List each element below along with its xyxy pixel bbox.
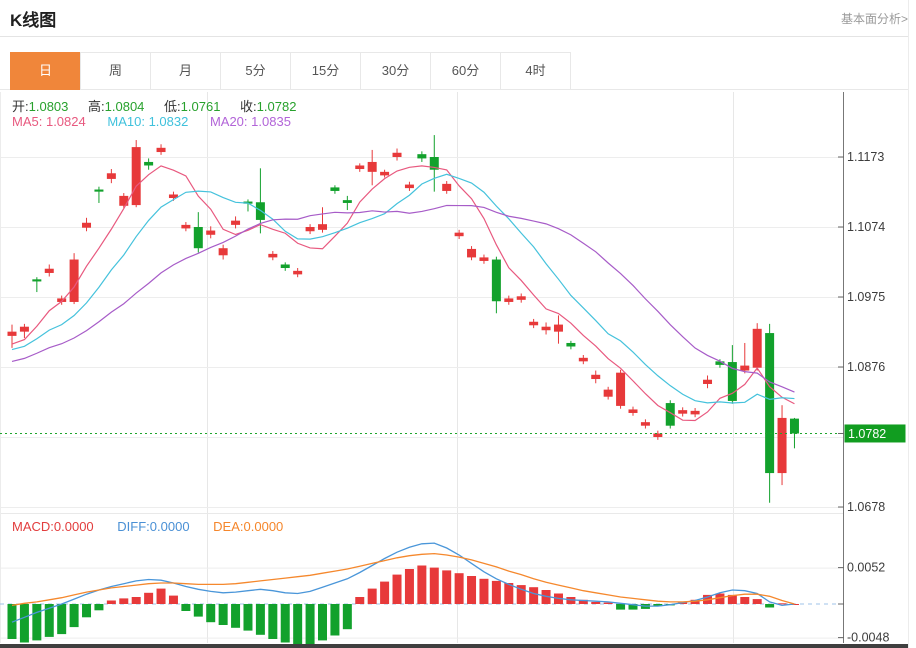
- svg-text:1.1074: 1.1074: [847, 220, 885, 234]
- svg-text:1.0678: 1.0678: [847, 500, 885, 514]
- dea-value-readout: DEA:0.0000: [213, 519, 284, 534]
- svg-text:0.0052: 0.0052: [847, 561, 885, 575]
- gridlines: [0, 92, 843, 643]
- dea-line: [11, 552, 795, 607]
- bottom-scrollbar: [0, 644, 908, 648]
- ma10-line: [11, 173, 795, 404]
- low-value: 1.0761: [180, 99, 221, 114]
- tab-month[interactable]: 月: [150, 52, 221, 90]
- ma5-readout: MA5: 1.0824: [12, 114, 86, 129]
- kline-page: K线图 基本面分析> 日 周 月 5分 15分 30分 60分 4时 开:1.0…: [0, 0, 916, 648]
- diff-value-readout: DIFF:0.0000: [117, 519, 190, 534]
- svg-text:1.0782: 1.0782: [848, 427, 886, 441]
- tab-4hour[interactable]: 4时: [500, 52, 571, 90]
- tab-30min[interactable]: 30分: [360, 52, 431, 90]
- close-value: 1.0782: [256, 99, 297, 114]
- ma20-line: [11, 204, 795, 393]
- low-label: 低:: [164, 99, 181, 114]
- tab-60min[interactable]: 60分: [430, 52, 501, 90]
- ma20-readout: MA20: 1.0835: [209, 114, 291, 129]
- high-value: 1.0804: [104, 99, 145, 114]
- page-title: K线图: [10, 11, 57, 30]
- svg-text:-0.0048: -0.0048: [847, 631, 889, 645]
- diff-line: [11, 542, 795, 623]
- svg-text:1.0975: 1.0975: [847, 290, 885, 304]
- open-label: 开:: [12, 99, 29, 114]
- svg-text:1.0876: 1.0876: [847, 360, 885, 374]
- current-price-tag: 1.0782: [844, 424, 906, 443]
- tab-5min[interactable]: 5分: [220, 52, 291, 90]
- tab-day[interactable]: 日: [10, 52, 81, 90]
- candles-layer: [7, 135, 799, 503]
- ma10-readout: MA10: 1.0832: [107, 114, 189, 129]
- svg-text:1.1173: 1.1173: [847, 150, 884, 164]
- fundamental-analysis-link[interactable]: 基本面分析>: [841, 10, 908, 27]
- ohlc-readout: 开:1.0803 高:1.0804 低:1.0761 收:1.0782: [12, 96, 312, 115]
- macd-readout: MACD:0.0000 DIFF:0.0000 DEA:0.0000: [12, 519, 303, 534]
- header-divider: [0, 36, 908, 37]
- ma5-line: [11, 165, 795, 422]
- high-label: 高:: [88, 99, 105, 114]
- open-value: 1.0803: [28, 99, 69, 114]
- tab-15min[interactable]: 15分: [290, 52, 361, 90]
- ma-readout: MA5: 1.0824 MA10: 1.0832 MA20: 1.0835: [12, 114, 309, 129]
- macd-histogram: [7, 565, 799, 646]
- close-label: 收:: [240, 99, 257, 114]
- interval-tabs: 日 周 月 5分 15分 30分 60分 4时: [10, 52, 571, 90]
- macd-value-readout: MACD:0.0000: [12, 519, 94, 534]
- y-axis: 1.1173 1.1074 1.0975 1.0876 1.0678 0.0052 -0.0…: [838, 92, 889, 645]
- tab-week[interactable]: 周: [80, 52, 151, 90]
